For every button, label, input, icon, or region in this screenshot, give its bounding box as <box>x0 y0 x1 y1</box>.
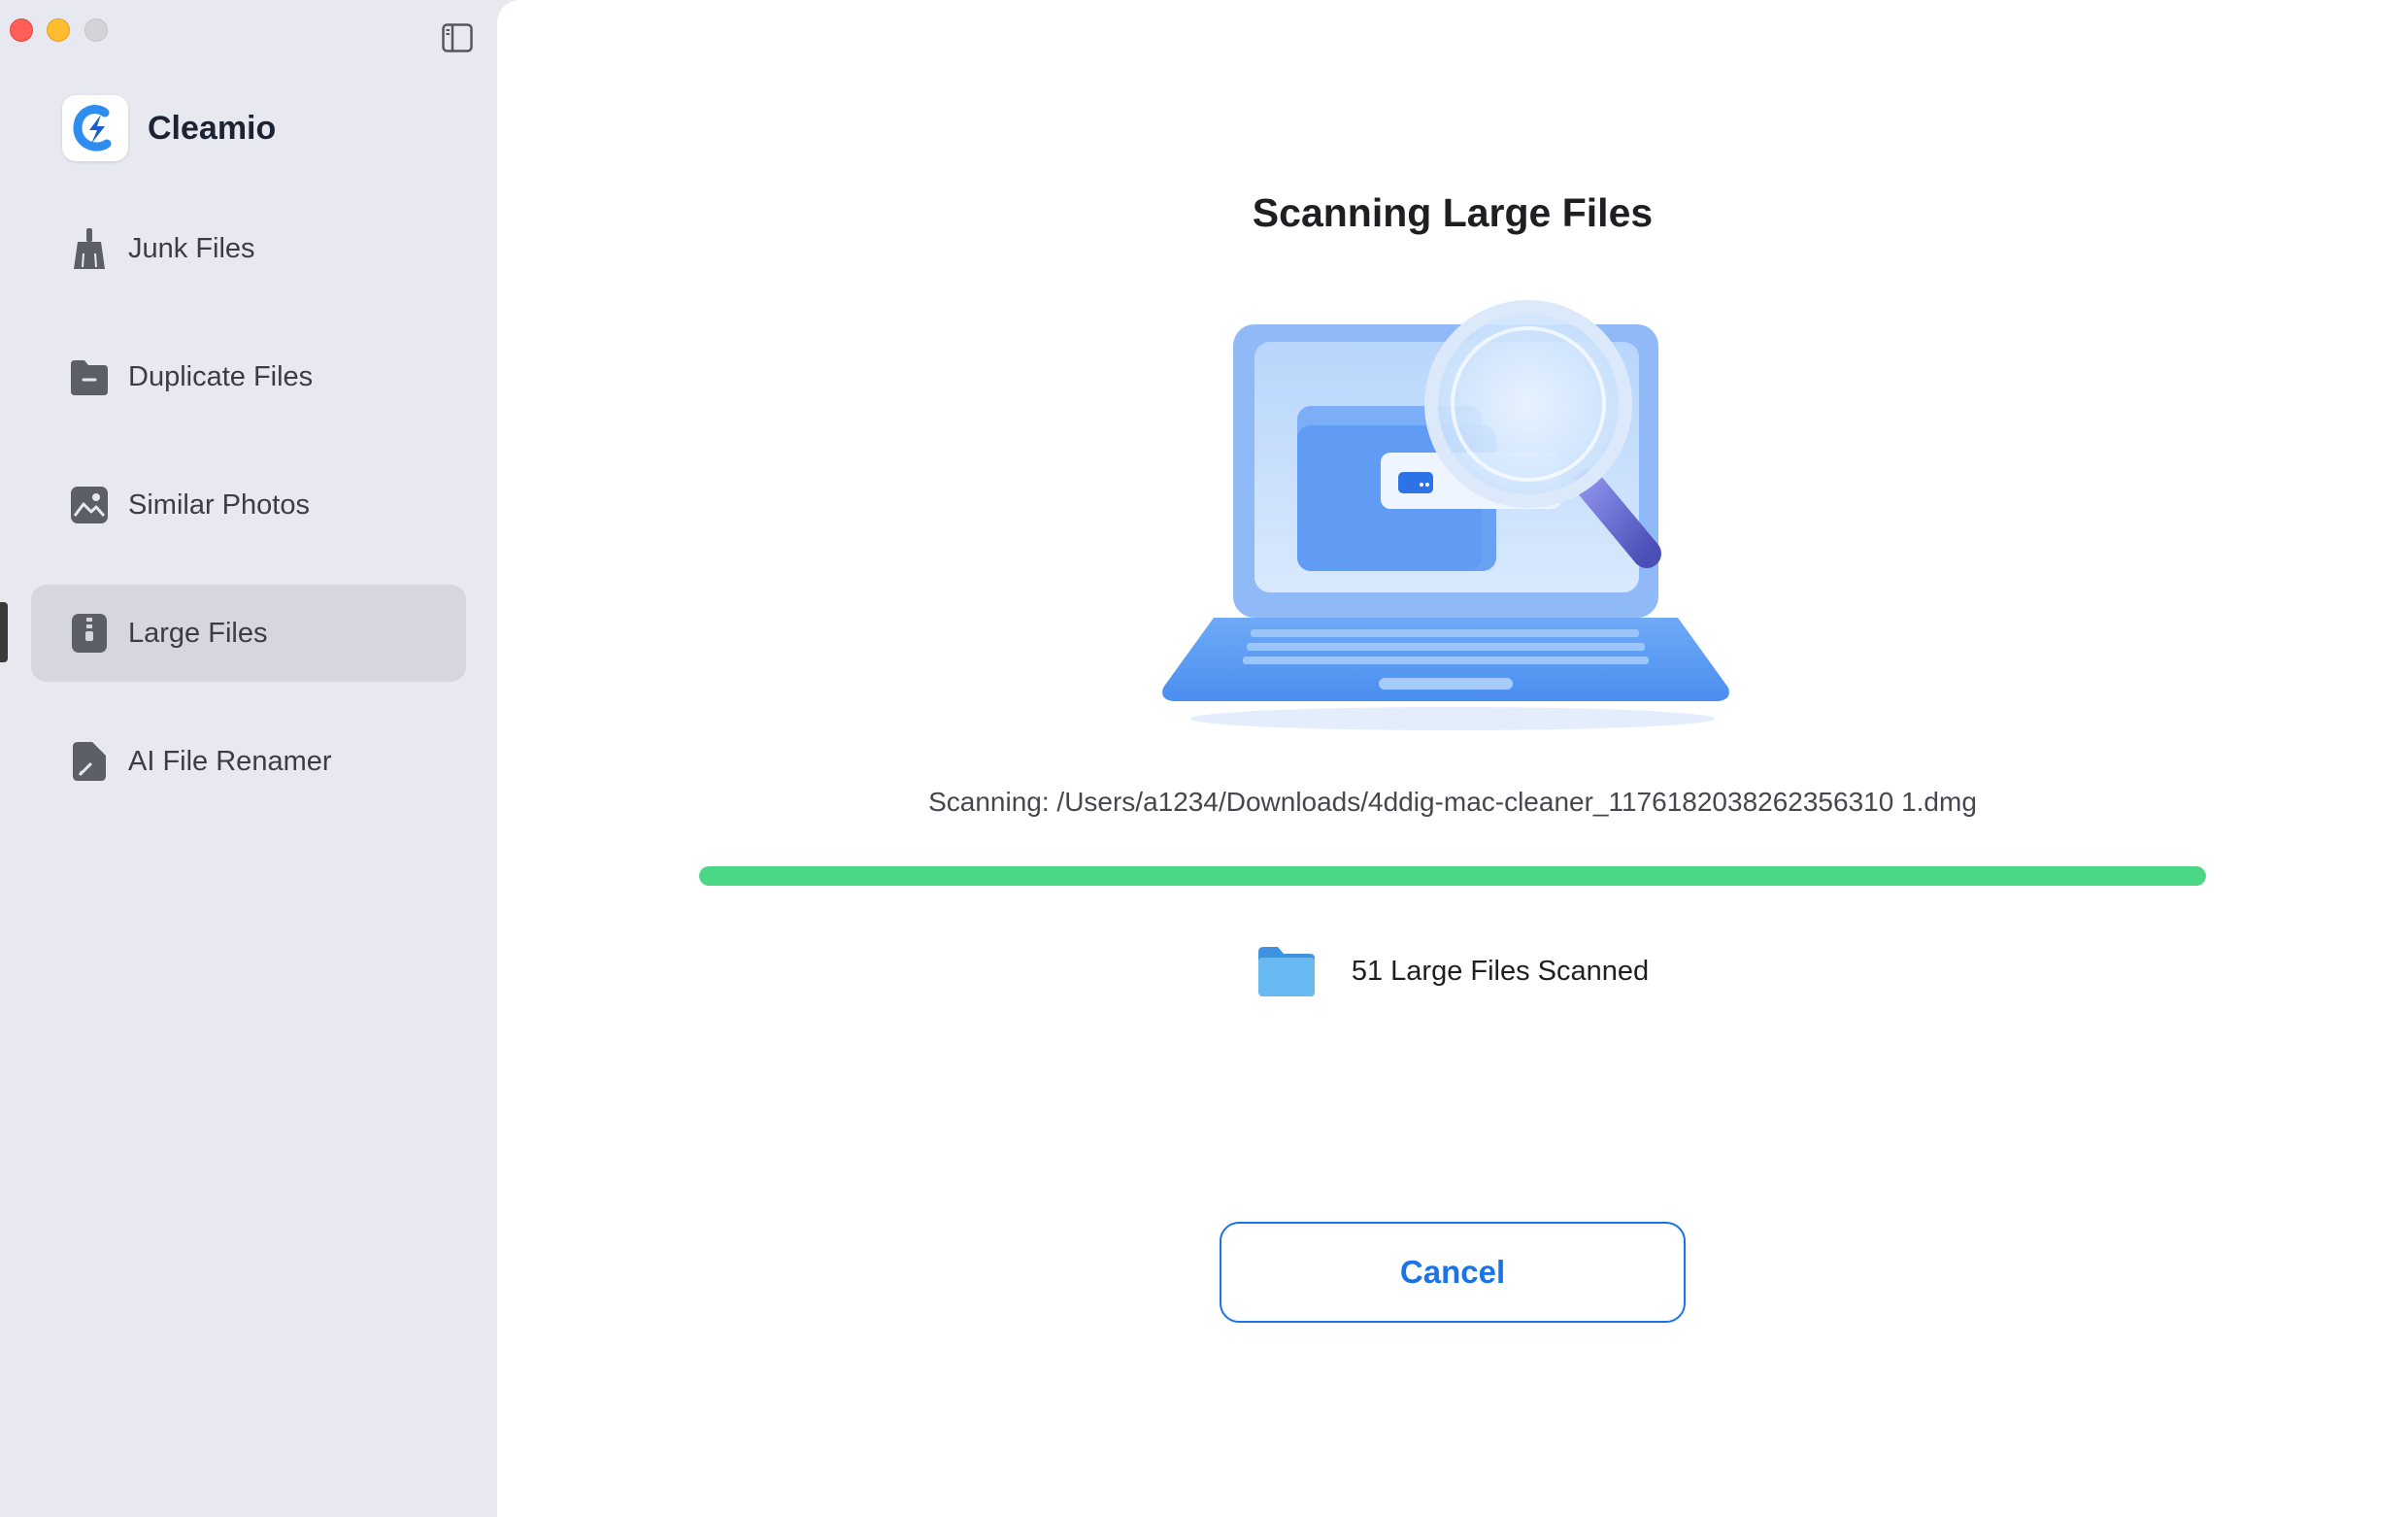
scan-progress-fill <box>699 866 2206 886</box>
main-panel: Scanning Large Files Scanning: /Users/a1… <box>497 0 2408 1517</box>
app-logo-icon <box>62 95 128 161</box>
document-pen-icon <box>68 738 111 785</box>
sidebar-item-similar-photos[interactable]: Similar Photos <box>31 456 466 554</box>
folder-icon <box>1257 947 1315 996</box>
brand: Cleamio <box>62 95 276 161</box>
broom-icon <box>68 225 111 272</box>
sidebar-toggle-icon[interactable] <box>442 23 473 52</box>
sidebar-item-ai-file-renamer[interactable]: AI File Renamer <box>31 713 466 810</box>
sidebar-item-label: AI File Renamer <box>128 745 332 777</box>
scanned-count-text: 51 Large Files Scanned <box>1351 955 1650 987</box>
scanned-count: 51 Large Files Scanned <box>497 944 2408 998</box>
sidebar-item-label: Junk Files <box>128 232 255 264</box>
close-button[interactable] <box>10 18 33 42</box>
zip-file-icon <box>68 610 111 657</box>
photo-icon <box>68 482 111 528</box>
sidebar-item-label: Large Files <box>128 617 268 649</box>
sidebar-item-label: Duplicate Files <box>128 360 314 392</box>
folder-icon <box>68 354 111 400</box>
scan-progress-bar <box>699 866 2206 886</box>
cancel-button[interactable]: Cancel <box>1220 1222 1686 1323</box>
sidebar-item-label: Similar Photos <box>128 489 310 521</box>
app-window: Cleamio Junk Files Duplicate Files Simil… <box>0 0 2408 1517</box>
app-name: Cleamio <box>148 109 277 147</box>
sidebar-item-junk-files[interactable]: Junk Files <box>31 200 466 297</box>
page-title: Scanning Large Files <box>1252 190 1654 235</box>
laptop-magnifier-illustration <box>1006 280 1899 746</box>
sidebar: Cleamio Junk Files Duplicate Files Simil… <box>0 0 497 1517</box>
sidebar-item-large-files[interactable]: Large Files <box>31 585 466 682</box>
scan-path-text: Scanning: /Users/a1234/Downloads/4ddig-m… <box>928 787 1977 817</box>
sidebar-item-duplicate-files[interactable]: Duplicate Files <box>31 328 466 425</box>
active-nav-marker <box>0 602 8 662</box>
zoom-button[interactable] <box>84 18 108 42</box>
minimize-button[interactable] <box>47 18 70 42</box>
